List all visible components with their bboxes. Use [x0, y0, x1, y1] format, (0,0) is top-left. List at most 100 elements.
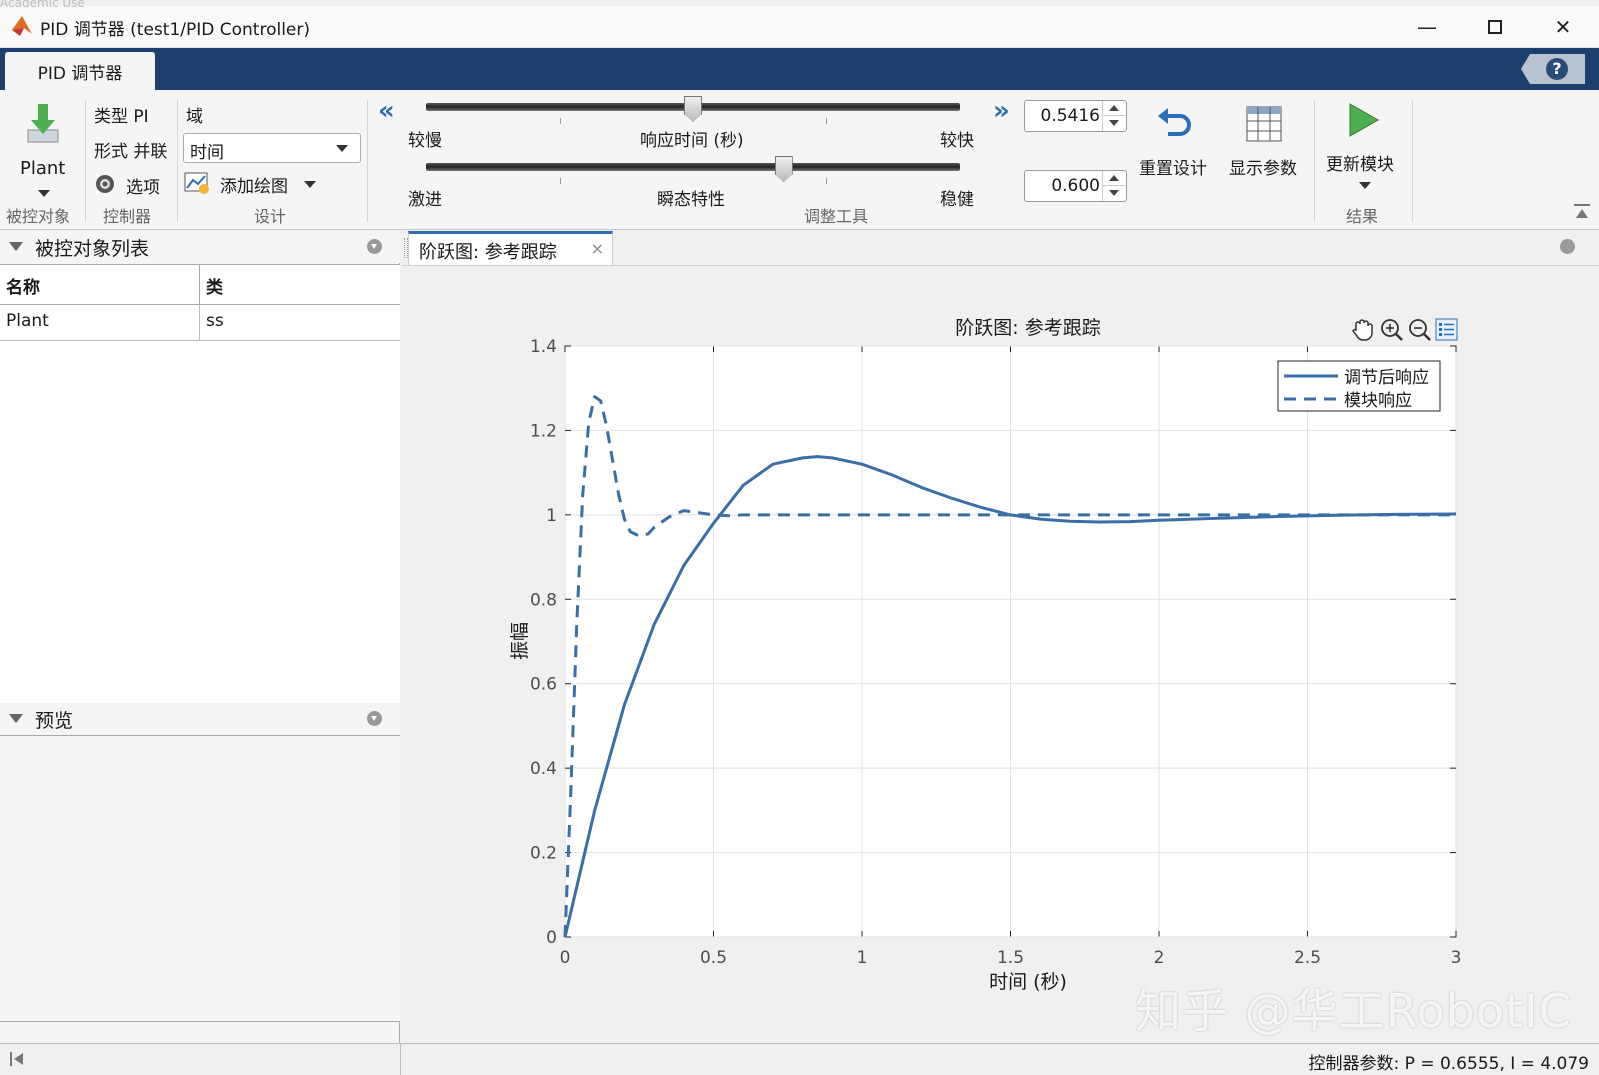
- y-tick-label: 1.4: [530, 337, 557, 357]
- help-button[interactable]: ?: [1521, 54, 1585, 84]
- panel-menu-icon[interactable]: [367, 239, 382, 254]
- separator: [1412, 100, 1413, 222]
- y-tick-label: 0.8: [530, 590, 557, 610]
- show-parameters-button[interactable]: 显示参数: [1224, 100, 1304, 180]
- chevron-down-icon: [1359, 182, 1371, 189]
- reset-design-label: 重置设计: [1139, 159, 1207, 179]
- separator: [367, 100, 368, 222]
- add-plot-button[interactable]: 添加绘图: [184, 170, 324, 198]
- maximize-icon[interactable]: [1461, 6, 1529, 48]
- x-tick-label: 0: [560, 948, 571, 968]
- x-tick-label: 3: [1451, 948, 1462, 968]
- preview-header[interactable]: 预览: [0, 703, 400, 735]
- plant-list-title: 被控对象列表: [35, 238, 150, 260]
- transient-left-label: 激进: [408, 190, 442, 210]
- pan-icon[interactable]: [1352, 319, 1373, 341]
- chevron-down-icon: [336, 145, 348, 152]
- preview-area: [0, 735, 400, 1022]
- document-menu-icon[interactable]: [1560, 239, 1575, 254]
- collapse-icon[interactable]: [9, 714, 23, 723]
- transient-value: 0.600: [1051, 176, 1100, 196]
- transient-slider-thumb[interactable]: [774, 156, 793, 182]
- step-response-chart[interactable]: 阶跃图: 参考跟踪 0 0.5 1 1.5 2 2.5 3 0 0.2 0.4 0.6 0.8 1 1.2…: [402, 266, 1599, 1044]
- transient-label: 瞬态特性: [657, 190, 725, 210]
- plant-table: 名称 类 Plant ss: [0, 264, 400, 714]
- controller-form[interactable]: 形式 并联: [94, 137, 167, 162]
- transient-slider-track[interactable]: [426, 163, 960, 171]
- x-tick-label: 2.5: [1294, 948, 1321, 968]
- minimize-icon[interactable]: —: [1393, 6, 1461, 48]
- group-controller-label: 控制器: [103, 207, 152, 226]
- spin-up-icon[interactable]: [1102, 101, 1126, 116]
- y-tick-label: 0.2: [530, 844, 557, 864]
- legend-entry: 模块响应: [1344, 391, 1412, 411]
- zoom-in-icon[interactable]: [1381, 319, 1403, 341]
- transient-spinner[interactable]: 0.600: [1024, 170, 1127, 202]
- table-cell-class[interactable]: ss: [200, 305, 400, 341]
- separator: [177, 100, 178, 222]
- reset-design-button[interactable]: 重置设计: [1134, 100, 1214, 180]
- response-time-spinner[interactable]: 0.5416: [1024, 100, 1127, 132]
- undo-icon: [1158, 108, 1191, 136]
- y-axis-label: 振幅: [509, 622, 531, 660]
- domain-label: 域: [186, 107, 203, 127]
- slower-chevron-icon[interactable]: «: [378, 96, 395, 126]
- legend-toggle-icon[interactable]: [1435, 318, 1458, 341]
- plant-label: Plant: [20, 158, 66, 179]
- add-plot-icon: [184, 172, 209, 194]
- response-time-right-label: 较快: [940, 131, 974, 151]
- response-time-value: 0.5416: [1040, 106, 1100, 126]
- faster-chevron-icon[interactable]: »: [993, 96, 1010, 126]
- y-tick-label: 0.6: [530, 675, 557, 695]
- y-tick-label: 1: [546, 506, 557, 526]
- controller-type[interactable]: 类型 PI: [94, 102, 149, 127]
- panel-menu-icon[interactable]: [367, 711, 382, 726]
- transient-right-label: 稳健: [940, 190, 974, 210]
- spin-down-icon[interactable]: [1102, 186, 1126, 201]
- collapse-left-icon[interactable]: [10, 1052, 24, 1066]
- slider-tick: [826, 118, 827, 124]
- slider-tick: [826, 178, 827, 184]
- plant-dropdown-icon: [38, 190, 50, 197]
- tab-step-plot-label: 阶跃图: 参考跟踪: [419, 242, 557, 263]
- toolstrip: Plant 被控对象 类型 PI 形式 并联 选项 控制器 域 时间 添加绘图 …: [0, 90, 1599, 230]
- title-bar: Academic Use PID 调节器 (test1/PID Controll…: [0, 0, 1599, 48]
- x-tick-label: 0.5: [700, 948, 727, 968]
- collapse-toolstrip-icon[interactable]: [1574, 204, 1590, 220]
- response-time-left-label: 较慢: [408, 131, 442, 151]
- tab-strip: PID 调节器 ?: [0, 48, 1599, 90]
- update-block-button[interactable]: 更新模块: [1322, 98, 1402, 198]
- y-tick-label: 0: [546, 928, 557, 948]
- x-tick-label: 1: [857, 948, 868, 968]
- spin-up-icon[interactable]: [1102, 171, 1126, 186]
- table-cell-name[interactable]: Plant: [0, 305, 200, 341]
- plant-button[interactable]: Plant: [8, 98, 78, 198]
- options-label: 选项: [126, 178, 160, 198]
- add-plot-label: 添加绘图: [220, 177, 288, 197]
- zoom-out-icon[interactable]: [1409, 319, 1431, 341]
- legend[interactable]: 调节后响应模块响应: [1277, 360, 1441, 412]
- matlab-logo-icon: [12, 16, 32, 36]
- left-panel: 被控对象列表 名称 类 Plant ss 预览: [0, 231, 400, 1043]
- domain-value: 时间: [190, 143, 224, 163]
- response-time-slider-thumb[interactable]: [684, 96, 702, 122]
- options-button[interactable]: 选项: [94, 172, 174, 198]
- spin-down-icon[interactable]: [1102, 116, 1126, 131]
- tab-step-plot[interactable]: 阶跃图: 参考跟踪 ×: [408, 231, 613, 265]
- slider-tick: [560, 118, 561, 124]
- collapse-icon[interactable]: [9, 242, 23, 251]
- group-results-label: 结果: [1346, 207, 1379, 226]
- column-header-class[interactable]: 类: [200, 265, 400, 305]
- group-design-label: 设计: [254, 207, 287, 226]
- chevron-down-icon: [304, 181, 316, 188]
- close-icon[interactable]: ✕: [1529, 6, 1597, 48]
- play-icon: [1349, 103, 1380, 137]
- plant-list-header[interactable]: 被控对象列表: [0, 231, 400, 263]
- separator: [400, 1044, 401, 1075]
- close-tab-icon[interactable]: ×: [591, 239, 604, 258]
- domain-select[interactable]: 时间: [183, 133, 361, 163]
- column-header-name[interactable]: 名称: [0, 265, 200, 305]
- help-icon: ?: [1546, 58, 1568, 80]
- status-bar: 控制器参数: P = 0.6555, I = 4.079: [0, 1043, 1599, 1075]
- tab-pid-tuner[interactable]: PID 调节器: [5, 52, 155, 90]
